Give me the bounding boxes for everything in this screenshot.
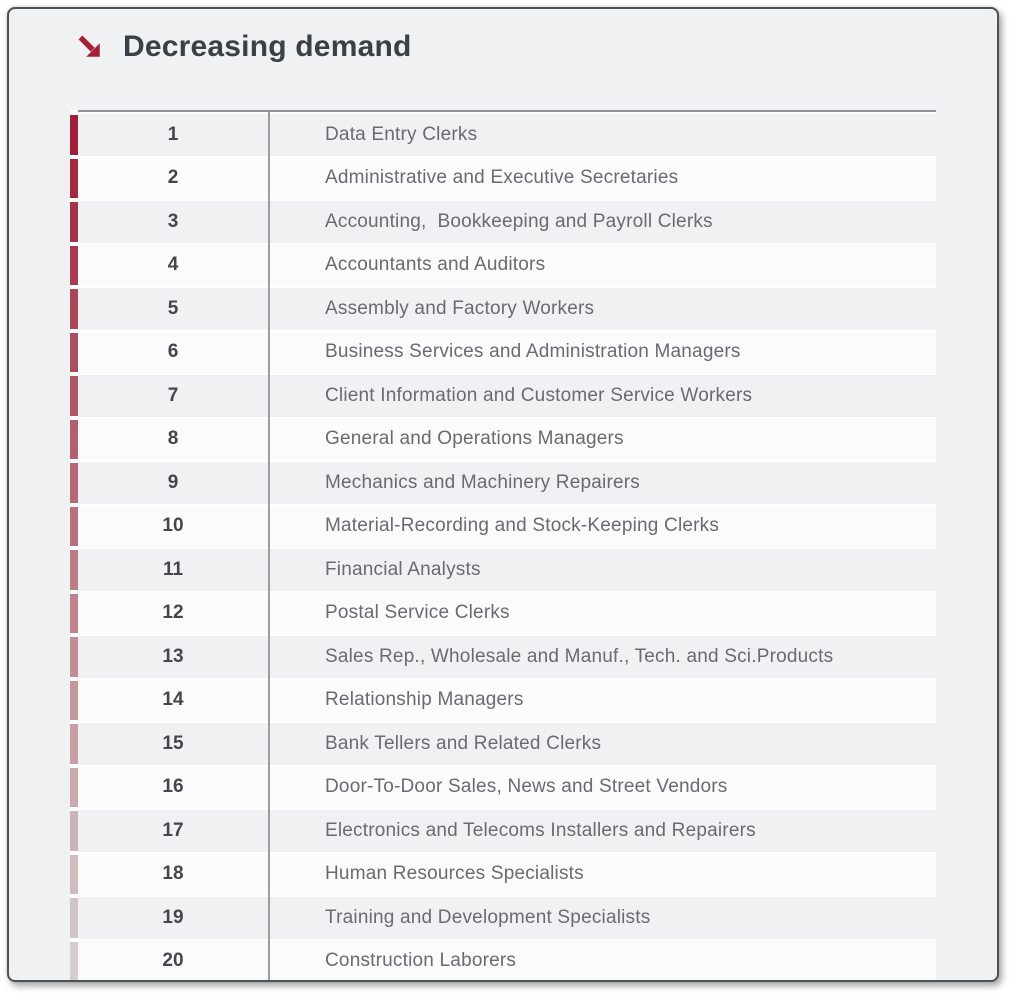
rank-accent-bar [70,420,78,460]
table-rows: 1 Data Entry Clerks 2 Administrative and… [70,112,936,982]
job-title: Material-Recording and Stock-Keeping Cle… [268,506,936,548]
table-row: 2 Administrative and Executive Secretari… [70,158,936,200]
job-title: Financial Analysts [268,549,936,591]
table-row: 19 Training and Development Specialists [70,897,936,939]
job-title: Administrative and Executive Secretaries [268,158,936,200]
rank-number: 15 [78,723,268,765]
job-title: Data Entry Clerks [268,114,936,156]
table-row: 17 Electronics and Telecoms Installers a… [70,810,936,852]
job-title: General and Operations Managers [268,419,936,461]
rank-accent-bar [70,333,78,373]
rank-accent-bar [70,289,78,329]
rank-number: 6 [78,332,268,374]
rank-accent-bar [70,898,78,938]
table-row: 9 Mechanics and Machinery Repairers [70,462,936,504]
rank-number: 4 [78,245,268,287]
table-row: 18 Human Resources Specialists [70,854,936,896]
job-title: Business Services and Administration Man… [268,332,936,374]
rank-accent-bar [70,115,78,155]
rank-number: 14 [78,680,268,722]
rank-number: 2 [78,158,268,200]
rank-accent-bar [70,376,78,416]
table-row: 10 Material-Recording and Stock-Keeping … [70,506,936,548]
table-row: 11 Financial Analysts [70,549,936,591]
rank-number: 13 [78,636,268,678]
rank-accent-bar [70,550,78,590]
ranking-table: 1 Data Entry Clerks 2 Administrative and… [70,110,936,982]
rank-number: 17 [78,810,268,852]
job-title: Accounting, Bookkeeping and Payroll Cler… [268,201,936,243]
table-row: 6 Business Services and Administration M… [70,332,936,374]
column-divider [268,112,270,982]
job-title: Human Resources Specialists [268,854,936,896]
table-row: 8 General and Operations Managers [70,419,936,461]
rank-accent-bar [70,768,78,808]
rank-accent-bar [70,724,78,764]
rank-number: 5 [78,288,268,330]
rank-accent-bar [70,202,78,242]
rank-number: 18 [78,854,268,896]
rank-number: 7 [78,375,268,417]
table-row: 4 Accountants and Auditors [70,245,936,287]
table-row: 16 Door-To-Door Sales, News and Street V… [70,767,936,809]
job-title: Client Information and Customer Service … [268,375,936,417]
job-title: Door-To-Door Sales, News and Street Vend… [268,767,936,809]
table-row: 1 Data Entry Clerks [70,114,936,156]
table-row: 12 Postal Service Clerks [70,593,936,635]
arrow-down-right-icon [77,34,103,60]
decreasing-demand-card: Decreasing demand 1 Data Entry Clerks 2 … [7,7,999,982]
rank-number: 19 [78,897,268,939]
job-title: Electronics and Telecoms Installers and … [268,810,936,852]
table-row: 5 Assembly and Factory Workers [70,288,936,330]
job-title: Construction Laborers [268,941,936,983]
rank-accent-bar [70,942,78,982]
rank-accent-bar [70,159,78,199]
job-title: Relationship Managers [268,680,936,722]
table-row: 15 Bank Tellers and Related Clerks [70,723,936,765]
rank-accent-bar [70,637,78,677]
job-title: Sales Rep., Wholesale and Manuf., Tech. … [268,636,936,678]
table-row: 13 Sales Rep., Wholesale and Manuf., Tec… [70,636,936,678]
page-title: Decreasing demand [123,30,412,64]
rank-accent-bar [70,681,78,721]
table-row: 20 Construction Laborers [70,941,936,983]
rank-number: 8 [78,419,268,461]
job-title: Postal Service Clerks [268,593,936,635]
rank-number: 10 [78,506,268,548]
rank-accent-bar [70,594,78,634]
table-row: 7 Client Information and Customer Servic… [70,375,936,417]
job-title: Accountants and Auditors [268,245,936,287]
rank-number: 12 [78,593,268,635]
card-header: Decreasing demand [77,25,997,69]
job-title: Training and Development Specialists [268,897,936,939]
rank-accent-bar [70,463,78,503]
job-title: Assembly and Factory Workers [268,288,936,330]
rank-accent-bar [70,811,78,851]
rank-number: 16 [78,767,268,809]
rank-accent-bar [70,246,78,286]
rank-accent-bar [70,855,78,895]
job-title: Bank Tellers and Related Clerks [268,723,936,765]
rank-accent-bar [70,507,78,547]
rank-number: 11 [78,549,268,591]
rank-number: 9 [78,462,268,504]
table-row: 14 Relationship Managers [70,680,936,722]
rank-number: 20 [78,941,268,983]
rank-number: 1 [78,114,268,156]
job-title: Mechanics and Machinery Repairers [268,462,936,504]
rank-number: 3 [78,201,268,243]
table-row: 3 Accounting, Bookkeeping and Payroll Cl… [70,201,936,243]
